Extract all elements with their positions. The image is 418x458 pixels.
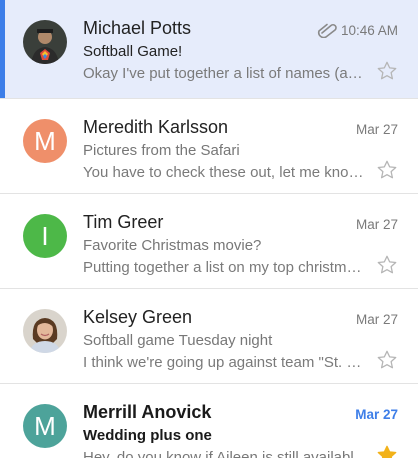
email-row[interactable]: I Tim Greer Mar 27 Favorite Christmas mo… (0, 194, 418, 289)
star-icon[interactable] (376, 60, 398, 82)
email-subject: Softball game Tuesday night (83, 332, 273, 349)
avatar-letter: M (34, 410, 56, 441)
avatar-photo-icon (23, 20, 67, 64)
email-time: Mar 27 (355, 122, 398, 137)
avatar[interactable]: M (23, 119, 67, 163)
email-snippet: Okay I've put together a list of names (… (83, 65, 369, 82)
email-snippet: I think we're going up against team "St.… (83, 354, 369, 371)
email-row[interactable]: Kelsey Green Mar 27 Softball game Tuesda… (0, 289, 418, 384)
star-icon[interactable] (376, 349, 398, 371)
email-row[interactable]: M Meredith Karlsson Mar 27 Pictures from… (0, 99, 418, 194)
email-subject: Wedding plus one (83, 427, 212, 444)
avatar[interactable]: M (23, 404, 67, 448)
paperclip-icon (317, 23, 337, 38)
email-list: Michael Potts 10:46 AM Softball Game! Ok… (0, 0, 418, 458)
email-time: Mar 27 (355, 407, 398, 422)
email-time: Mar 27 (355, 312, 398, 327)
avatar-letter: M (34, 125, 56, 156)
email-time: 10:46 AM (340, 23, 398, 38)
email-row[interactable]: Michael Potts 10:46 AM Softball Game! Ok… (0, 0, 418, 99)
avatar-letter: I (41, 220, 49, 251)
email-time: Mar 27 (355, 217, 398, 232)
sender-name: Merrill Anovick (83, 402, 212, 422)
email-snippet: Putting together a list on my top christ… (83, 259, 369, 276)
star-icon-filled[interactable] (376, 444, 398, 458)
avatar[interactable] (23, 309, 67, 353)
avatar-photo-icon (23, 309, 67, 353)
email-subject: Pictures from the Safari (83, 142, 240, 159)
email-subject: Softball Game! (83, 43, 183, 60)
avatar[interactable]: I (23, 214, 67, 258)
email-subject: Favorite Christmas movie? (83, 237, 262, 254)
sender-name: Meredith Karlsson (83, 117, 229, 137)
email-row[interactable]: M Merrill Anovick Mar 27 Wedding plus on… (0, 384, 418, 458)
sender-name: Kelsey Green (83, 307, 193, 327)
star-icon[interactable] (376, 254, 398, 276)
email-snippet: You have to check these out, let me know… (83, 164, 369, 181)
sender-name: Michael Potts (83, 18, 192, 38)
sender-name: Tim Greer (83, 212, 164, 232)
avatar[interactable] (23, 20, 67, 64)
star-icon[interactable] (376, 159, 398, 181)
email-snippet: Hey, do you know if Aileen is still avai… (83, 449, 369, 458)
